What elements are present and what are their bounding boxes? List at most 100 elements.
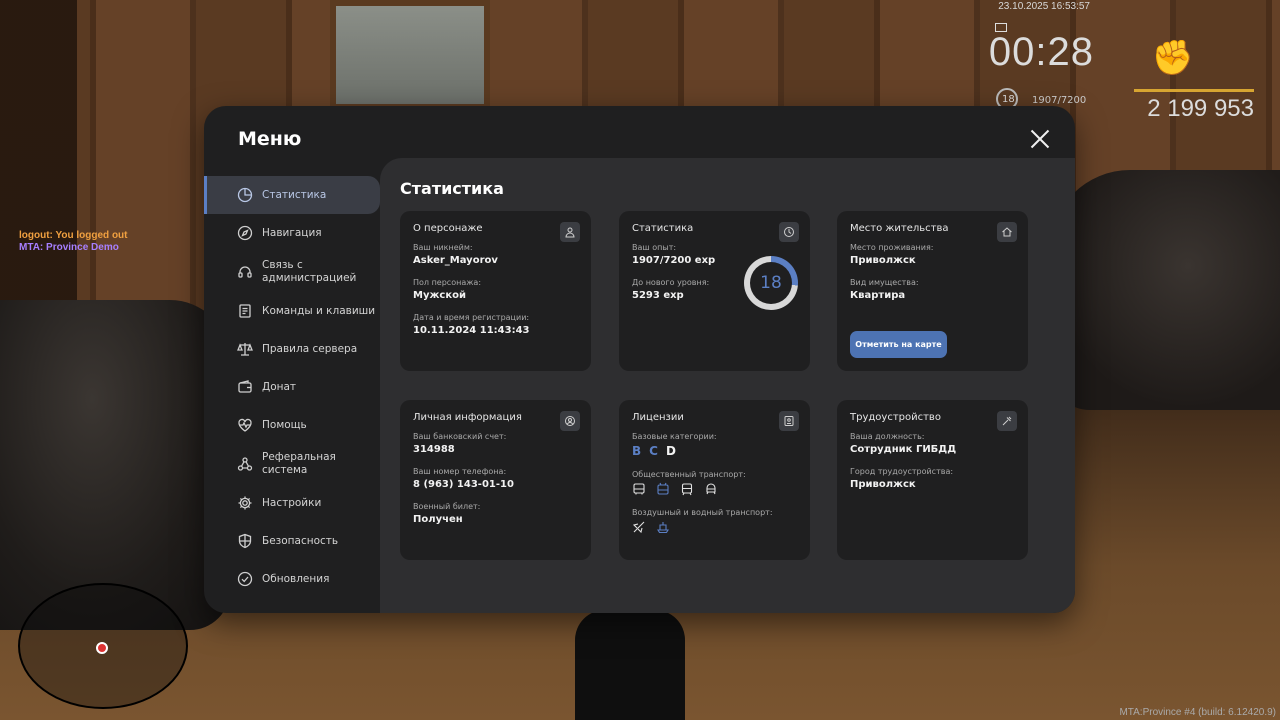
card-character: О персонаже Ваш никнейм: Asker_Mayorov П… [400, 211, 591, 371]
property-value: Квартира [850, 290, 906, 301]
clock-icon [779, 222, 799, 242]
level-progress-ring: 18 [744, 256, 798, 310]
field-label: Воздушный и водный транспорт: [632, 508, 773, 517]
content-title: Статистика [400, 179, 504, 198]
plane-icon [632, 521, 645, 534]
field-label: Ваш номер телефона: [413, 467, 507, 476]
sidebar-item-contact-admin[interactable]: Связь с администрацией [204, 252, 380, 292]
boat-icon [657, 522, 669, 534]
compass-icon [236, 224, 254, 242]
document-icon [236, 302, 254, 320]
public-transport-licenses [632, 482, 797, 496]
sidebar-item-settings[interactable]: Настройки [204, 484, 380, 522]
field-label: Ваш опыт: [632, 243, 677, 252]
user-icon [560, 222, 580, 242]
card-title: Личная информация [413, 412, 522, 423]
card-residence: Место жительства Место проживания: Приво… [837, 211, 1028, 371]
registration-value: 10.11.2024 11:43:43 [413, 325, 530, 336]
field-label: Общественный транспорт: [632, 470, 746, 479]
hud-level: 18 [1002, 94, 1015, 105]
tools-icon [997, 411, 1017, 431]
card-personal: Личная информация Ваш банковский счет: 3… [400, 400, 591, 560]
air-water-licenses [632, 520, 797, 534]
field-label: Город трудоустройства: [850, 467, 954, 476]
background-sofa-left [0, 300, 230, 630]
field-label: Вид имущества: [850, 278, 919, 287]
content-area: Статистика О персонаже Ваш никнейм: Aske… [380, 158, 1075, 613]
card-title: Трудоустройство [850, 412, 941, 423]
check-circle-icon [236, 570, 254, 588]
sidebar-item-label: Настройки [262, 497, 322, 509]
sidebar-item-commands[interactable]: Команды и клавиши [204, 292, 380, 330]
gear-icon [236, 494, 254, 512]
field-label: Пол персонажа: [413, 278, 482, 287]
hud-timer: 00:28 [988, 30, 1094, 74]
headset-icon [236, 263, 254, 281]
sidebar-item-label: Связь с администрацией [262, 259, 357, 284]
fist-icon: ✊ [1151, 38, 1194, 78]
id-card-icon [779, 411, 799, 431]
tram-icon [681, 483, 693, 496]
level-value: 18 [750, 262, 792, 304]
military-value: Получен [413, 514, 463, 525]
card-stats: Статистика Ваш опыт: 1907/7200 exp До но… [619, 211, 810, 371]
sidebar-item-navigation[interactable]: Навигация [204, 214, 380, 252]
card-title: Лицензии [632, 412, 684, 423]
card-title: Место жительства [850, 223, 949, 234]
field-label: Ваш банковский счет: [413, 432, 507, 441]
sidebar-item-statistics[interactable]: Статистика [204, 176, 380, 214]
card-employment: Трудоустройство Ваша должность: Сотрудни… [837, 400, 1028, 560]
menu-window: Меню Статистика Навигация Связь с админи… [204, 106, 1075, 613]
sidebar-item-label: Безопасность [262, 535, 339, 547]
nickname-value: Asker_Mayorov [413, 255, 498, 266]
sidebar-item-updates[interactable]: Обновления [204, 560, 380, 598]
employment-city-value: Приволжск [850, 479, 916, 490]
sidebar-item-referral[interactable]: Реферальная система [204, 444, 380, 484]
card-licenses: Лицензии Базовые категории: B C D Общест… [619, 400, 810, 560]
background-window [330, 0, 490, 110]
chat-line: MTA: Province Demo [19, 242, 119, 253]
close-button[interactable] [1029, 128, 1051, 150]
hud-datetime: 23.10.2025 16:53:57 [998, 1, 1090, 12]
sidebar: Статистика Навигация Связь с администрац… [204, 176, 380, 598]
license-category-d: D [665, 444, 676, 458]
hud-money: 2 199 953 [1147, 95, 1254, 122]
user-circle-icon [560, 411, 580, 431]
metro-icon [706, 483, 716, 495]
sidebar-item-label: Реферальная система [262, 451, 336, 476]
sidebar-item-help[interactable]: Помощь [204, 406, 380, 444]
sidebar-item-label: Помощь [262, 419, 307, 431]
field-label: Ваш никнейм: [413, 243, 473, 252]
bank-value: 314988 [413, 444, 455, 455]
field-label: Дата и время регистрации: [413, 313, 530, 322]
chat-line: logout: You logged out [19, 230, 128, 241]
residence-value: Приволжск [850, 255, 916, 266]
sidebar-item-donate[interactable]: Донат [204, 368, 380, 406]
background-character [575, 610, 685, 720]
sidebar-item-rules[interactable]: Правила сервера [204, 330, 380, 368]
hud-money-bar [1134, 89, 1254, 92]
sidebar-item-label: Правила сервера [262, 343, 358, 355]
wallet-icon [236, 378, 254, 396]
license-category-c: C [649, 444, 658, 458]
bus-icon [633, 483, 645, 495]
card-title: О персонаже [413, 223, 483, 234]
gender-value: Мужской [413, 290, 467, 301]
field-label: Ваша должность: [850, 432, 925, 441]
hud-exp: 1907/7200 [1032, 95, 1087, 106]
trolleybus-icon [657, 482, 669, 495]
card-title: Статистика [632, 223, 694, 234]
shield-icon [236, 532, 254, 550]
background-sofa-right [1050, 170, 1280, 410]
pie-chart-icon [236, 186, 254, 204]
network-icon [236, 455, 254, 473]
field-label: Военный билет: [413, 502, 481, 511]
license-categories: B C D [632, 444, 797, 458]
sidebar-item-label: Обновления [262, 573, 330, 585]
mark-on-map-button[interactable]: Отметить на карте [850, 331, 947, 358]
scales-icon [236, 340, 254, 358]
sidebar-item-label: Навигация [262, 227, 322, 239]
sidebar-item-label: Команды и клавиши [262, 305, 376, 317]
position-value: Сотрудник ГИБДД [850, 444, 957, 455]
sidebar-item-security[interactable]: Безопасность [204, 522, 380, 560]
